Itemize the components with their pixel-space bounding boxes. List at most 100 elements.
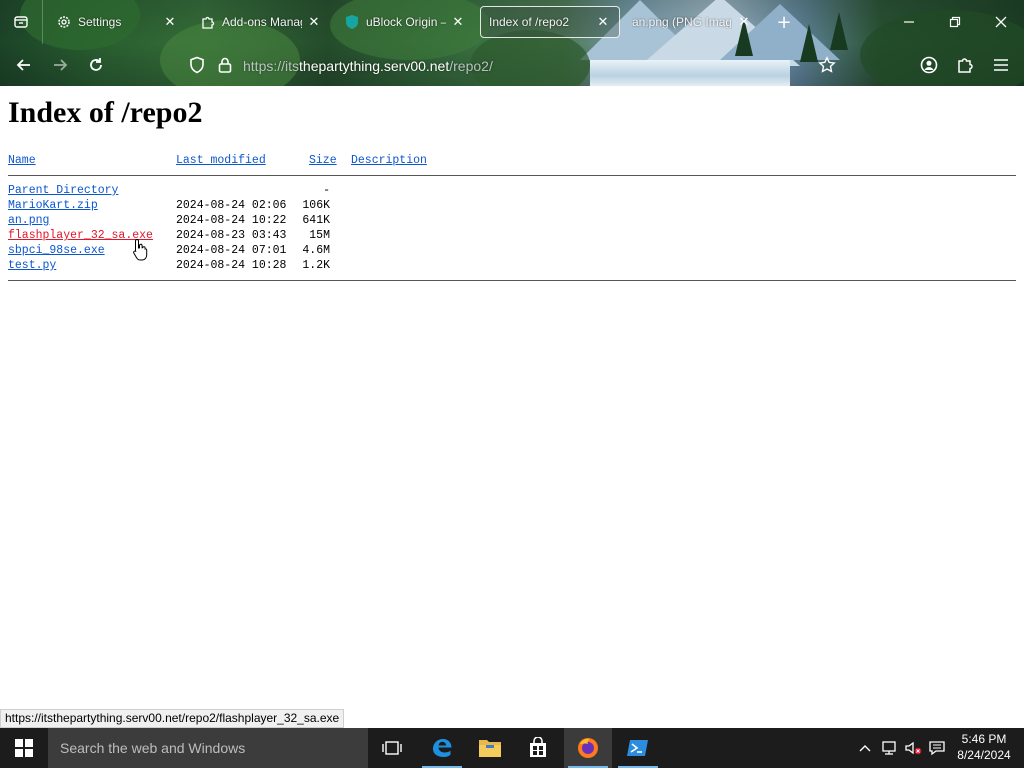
puzzle-icon <box>200 14 216 30</box>
size-cell: 4.6M <box>302 244 330 257</box>
windows-logo-icon <box>15 739 33 757</box>
last-modified-cell: 2024-08-24 10:28 <box>176 259 287 272</box>
shield-icon[interactable] <box>188 56 206 78</box>
file-link-sbpci[interactable]: sbpci_98se.exe <box>8 244 105 257</box>
page-title: Index of /repo2 <box>8 96 203 129</box>
clock[interactable]: 5:46 PM 8/24/2024 <box>952 731 1016 763</box>
column-header-size[interactable]: Size <box>309 154 337 167</box>
account-button[interactable] <box>914 50 944 80</box>
task-view-button[interactable] <box>368 728 416 768</box>
clock-time: 5:46 PM <box>961 732 1007 746</box>
taskbar-file-explorer[interactable] <box>466 728 514 768</box>
store-icon <box>530 737 546 757</box>
start-button[interactable] <box>0 728 48 768</box>
taskbar-powershell[interactable] <box>614 728 662 768</box>
file-link-an-png[interactable]: an.png <box>8 214 49 227</box>
network-button[interactable] <box>878 728 900 768</box>
minimize-icon <box>904 21 914 23</box>
reload-button[interactable] <box>81 50 111 80</box>
folder-icon <box>479 740 501 757</box>
tab-label: Index of /repo2 <box>489 15 570 29</box>
browser-toolbar: Settings ✕ Add-ons Manager ✕ uBlock Orig… <box>0 0 1024 86</box>
url-text[interactable]: https://itsthepartything.serv00.net/repo… <box>243 58 493 74</box>
tab-index-repo2[interactable]: Index of /repo2 ✕ <box>480 6 620 38</box>
chevron-up-icon <box>859 745 871 752</box>
extensions-button[interactable] <box>950 50 980 80</box>
gear-icon <box>56 14 72 30</box>
back-button[interactable] <box>9 50 39 80</box>
tab-label: Settings <box>78 15 122 29</box>
windows-taskbar: Search the web and Windows 5:46 PM 8/24/… <box>0 728 1024 768</box>
tab-label: uBlock Origin – <box>366 15 446 29</box>
notification-icon <box>929 741 945 756</box>
last-modified-cell: 2024-08-23 03:43 <box>176 229 287 242</box>
tab-ublock[interactable]: uBlock Origin – ✕ <box>336 6 474 38</box>
account-icon <box>920 56 938 74</box>
size-cell: - <box>323 184 330 197</box>
close-tab-icon[interactable]: ✕ <box>736 14 752 30</box>
divider <box>8 280 1016 281</box>
close-window-button[interactable] <box>978 0 1024 44</box>
ublock-icon <box>344 14 360 30</box>
column-header-last-modified[interactable]: Last modified <box>176 154 266 167</box>
firefox-icon <box>578 738 598 758</box>
table-row: Parent Directory - <box>8 184 338 199</box>
taskbar-firefox[interactable] <box>564 728 612 768</box>
table-row: flashplayer_32_sa.exe 2024-08-23 03:43 1… <box>8 229 338 244</box>
arrow-left-icon <box>16 59 30 71</box>
plus-icon: + <box>776 11 792 33</box>
size-cell: 106K <box>302 199 330 212</box>
table-row: test.py 2024-08-24 10:28 1.2K <box>8 259 338 274</box>
tab-addons[interactable]: Add-ons Manager ✕ <box>192 6 330 38</box>
file-link-mariokart[interactable]: MarioKart.zip <box>8 199 98 212</box>
close-tab-icon[interactable]: ✕ <box>306 14 322 30</box>
new-tab-button[interactable]: + <box>772 10 796 34</box>
puzzle-icon <box>958 58 973 73</box>
close-tab-icon[interactable]: ✕ <box>595 14 611 30</box>
action-center-button[interactable] <box>926 728 948 768</box>
size-cell: 15M <box>309 229 330 242</box>
url-bar[interactable]: https://itsthepartything.serv00.net/repo… <box>180 50 850 80</box>
bookmark-star-button[interactable] <box>818 56 836 78</box>
table-row: an.png 2024-08-24 10:22 641K <box>8 214 338 229</box>
edge-icon <box>433 739 452 757</box>
tab-list-icon <box>14 16 28 28</box>
restore-icon <box>949 16 961 28</box>
taskbar-store[interactable] <box>514 728 562 768</box>
minimize-button[interactable] <box>886 0 932 44</box>
link-status-bar: https://itsthepartything.serv00.net/repo… <box>0 709 345 728</box>
powershell-icon <box>627 740 648 756</box>
table-row: sbpci_98se.exe 2024-08-24 07:01 4.6M <box>8 244 338 259</box>
taskbar-search-box[interactable]: Search the web and Windows <box>48 728 368 768</box>
restore-button[interactable] <box>932 0 978 44</box>
column-header-name[interactable]: Name <box>8 154 36 167</box>
taskbar-edge[interactable] <box>418 728 466 768</box>
show-hidden-icons-button[interactable] <box>854 728 876 768</box>
navigation-bar: https://itsthepartything.serv00.net/repo… <box>0 44 1024 86</box>
last-modified-cell: 2024-08-24 07:01 <box>176 244 287 257</box>
url-prefix: https://its <box>243 58 300 74</box>
task-view-icon <box>382 741 402 755</box>
tab-label: Add-ons Manager <box>222 15 302 29</box>
list-all-tabs-button[interactable] <box>0 0 42 44</box>
column-header-description[interactable]: Description <box>351 154 427 167</box>
tab-an-png[interactable]: an.png (PNG Image ✕ <box>624 6 760 38</box>
divider <box>8 175 1016 176</box>
close-tab-icon[interactable]: ✕ <box>450 14 466 30</box>
menu-button[interactable] <box>986 50 1016 80</box>
hamburger-menu-icon <box>994 59 1008 71</box>
url-host: thepartything.serv00.net <box>299 58 450 74</box>
tab-settings[interactable]: Settings ✕ <box>48 6 186 38</box>
file-link-test-py[interactable]: test.py <box>8 259 56 272</box>
tab-label: an.png (PNG Image <box>632 15 732 29</box>
page-content: Index of /repo2 Name Last modified Size … <box>0 86 1024 728</box>
forward-button[interactable] <box>45 50 75 80</box>
close-tab-icon[interactable]: ✕ <box>162 14 178 30</box>
close-icon <box>995 16 1007 28</box>
star-icon <box>818 56 836 73</box>
lock-icon[interactable] <box>216 56 234 78</box>
volume-button[interactable] <box>902 728 924 768</box>
file-link-parent-directory[interactable]: Parent Directory <box>8 184 118 197</box>
size-cell: 641K <box>302 214 330 227</box>
network-icon <box>882 741 896 755</box>
